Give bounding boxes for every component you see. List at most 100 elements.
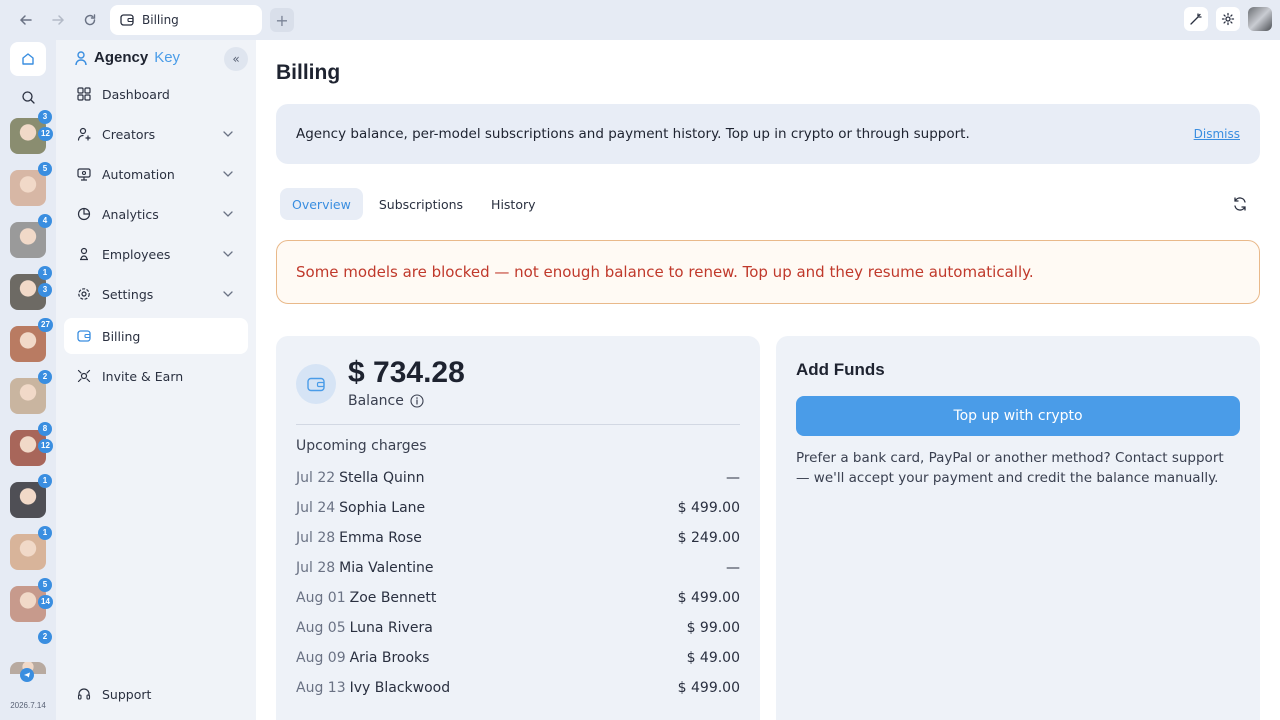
invite-icon: [76, 368, 92, 384]
charge-name: Aria Brooks: [349, 650, 430, 666]
support-link[interactable]: Support: [64, 676, 248, 712]
charge-date: Jul 28: [296, 560, 336, 576]
charge-row: Aug 09 Aria Brooks $ 49.00: [296, 643, 740, 673]
count-badge: 3: [38, 110, 52, 124]
main-content: Billing Agency balance, per-model subscr…: [256, 40, 1280, 720]
add-funds-card: Add Funds Top up with crypto Prefer a ba…: [776, 336, 1260, 720]
chevron-down-icon: [223, 131, 233, 137]
charge-date: Jul 22: [296, 470, 336, 486]
refresh-button[interactable]: [1230, 194, 1250, 214]
back-button[interactable]: [10, 0, 42, 40]
blocked-warning-text: Some models are blocked — not enough bal…: [296, 263, 1034, 281]
charge-name: Mia Valentine: [339, 560, 434, 576]
tab-subscriptions[interactable]: Subscriptions: [367, 188, 475, 220]
count-badge: 1: [38, 526, 52, 540]
creator-avatar[interactable]: [10, 378, 46, 414]
charge-name: Luna Rivera: [349, 620, 433, 636]
key-person-icon: [75, 50, 87, 65]
automation-icon: [76, 166, 92, 182]
charge-row: Jul 28 Emma Rose $ 249.00: [296, 523, 740, 553]
count-badge: 2: [38, 630, 52, 644]
creator-avatar[interactable]: [10, 534, 46, 570]
forward-button[interactable]: [42, 0, 74, 40]
sidebar-item-label: Billing: [102, 328, 141, 344]
page-title: Billing: [276, 61, 341, 84]
count-badge: 27: [38, 318, 53, 332]
count-badge: 1: [38, 474, 52, 488]
charge-row: Jul 28 Mia Valentine —: [296, 553, 740, 583]
user-avatar[interactable]: [1248, 7, 1272, 31]
balance-card: $ 734.28 Balance Upcoming charges Jul 22…: [276, 336, 760, 720]
charge-amount: —: [726, 470, 740, 486]
brand-logo[interactable]: Agency Key: [74, 49, 180, 66]
creator-avatar[interactable]: [10, 170, 46, 206]
count-badge: 12: [38, 439, 53, 453]
divider: [296, 424, 740, 425]
chevron-down-icon: [223, 251, 233, 257]
brand-name: Agency: [94, 49, 149, 66]
charge-date: Aug 13: [296, 680, 346, 696]
sidebar-item-label: Invite & Earn: [102, 368, 184, 384]
top-up-crypto-button[interactable]: Top up with crypto: [796, 396, 1240, 436]
balance-label: Balance: [348, 393, 404, 409]
count-badge: 8: [38, 422, 52, 436]
collapse-sidebar-button[interactable]: «: [224, 47, 248, 71]
reload-icon: [84, 14, 96, 26]
wallet-icon: [76, 328, 92, 344]
brand-accent: Key: [154, 49, 181, 66]
reload-button[interactable]: [74, 0, 106, 40]
charge-name: Ivy Blackwood: [349, 680, 451, 696]
settings-button[interactable]: [1216, 7, 1240, 31]
telegram-button[interactable]: [20, 668, 34, 682]
info-banner: Agency balance, per-model subscriptions …: [276, 104, 1260, 164]
upcoming-charges-title: Upcoming charges: [296, 438, 427, 454]
chevron-down-icon: [223, 291, 233, 297]
sidebar-item-billing[interactable]: Billing: [64, 318, 248, 354]
charge-row: Jul 22 Stella Quinn —: [296, 463, 740, 493]
add-funds-text: Prefer a bank card, PayPal or another me…: [796, 450, 1224, 486]
sidebar-item-creators[interactable]: Creators: [64, 116, 248, 152]
creator-avatar[interactable]: [10, 326, 46, 362]
magic-wand-icon: [1190, 13, 1202, 25]
sidebar-item-settings[interactable]: Settings: [64, 276, 248, 312]
info-icon[interactable]: [410, 394, 424, 408]
sidebar-item-dashboard[interactable]: Dashboard: [64, 76, 248, 112]
creator-avatar[interactable]: [10, 222, 46, 258]
browser-topbar: Billing +: [0, 0, 1280, 40]
home-button[interactable]: [10, 42, 46, 76]
sidebar-item-label: Settings: [102, 286, 154, 302]
chevron-down-icon: [223, 211, 233, 217]
count-badge: 14: [38, 595, 53, 609]
charge-amount: $ 249.00: [677, 530, 740, 546]
sidebar-item-label: Creators: [102, 126, 156, 142]
sidebar-item-automation[interactable]: Automation: [64, 156, 248, 192]
sidebar-item-analytics[interactable]: Analytics: [64, 196, 248, 232]
sidebar-item-label: Employees: [102, 246, 171, 262]
new-tab-button[interactable]: +: [270, 8, 294, 32]
browser-tab[interactable]: Billing: [110, 5, 262, 35]
grid-icon: [76, 86, 92, 102]
charge-name: Zoe Bennett: [349, 590, 437, 606]
creator-avatar[interactable]: [10, 482, 46, 518]
charge-row: Aug 05 Luna Rivera $ 99.00: [296, 613, 740, 643]
chevron-down-icon: [223, 171, 233, 177]
count-badge: 4: [38, 214, 52, 228]
user-icon: [76, 126, 92, 142]
dismiss-link[interactable]: Dismiss: [1194, 127, 1240, 141]
tab-history[interactable]: History: [479, 188, 547, 220]
gear-icon: [76, 286, 92, 302]
rail-search-button[interactable]: [10, 82, 46, 112]
billing-tabs: Overview Subscriptions History: [280, 188, 548, 220]
charge-amount: —: [726, 560, 740, 576]
charge-name: Stella Quinn: [339, 470, 425, 486]
count-badge: 5: [38, 578, 52, 592]
sidebar-item-employees[interactable]: Employees: [64, 236, 248, 272]
tab-overview[interactable]: Overview: [280, 188, 363, 220]
balance-label-row: Balance: [348, 393, 424, 409]
double-chevron-left-icon: «: [232, 52, 240, 66]
sidebar-item-label: Analytics: [102, 206, 159, 222]
wallet-icon: [120, 14, 134, 26]
sidebar-item-invite[interactable]: Invite & Earn: [64, 358, 248, 394]
count-badge: 2: [38, 370, 52, 384]
magic-button[interactable]: [1184, 7, 1208, 31]
